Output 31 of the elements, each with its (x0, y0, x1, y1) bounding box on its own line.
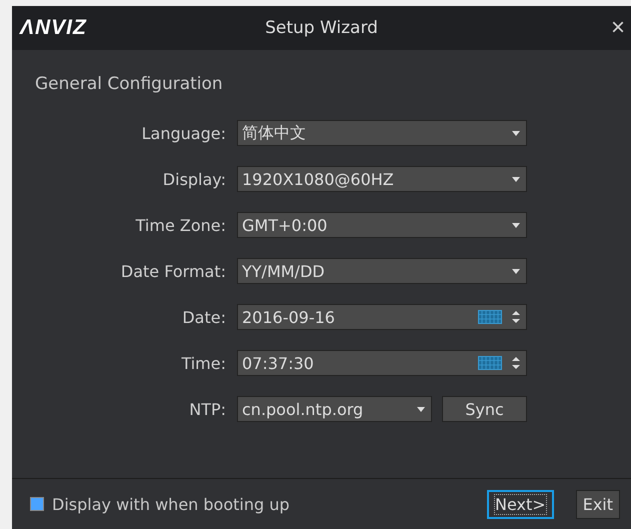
window-title: Setup Wizard (265, 18, 378, 38)
field-label: Time: (180, 354, 226, 372)
exit-button[interactable]: Exit (576, 490, 620, 518)
checkbox[interactable] (30, 497, 44, 511)
caret-icon (512, 176, 520, 182)
dropdown[interactable]: YY/MM/DD (237, 258, 527, 284)
sync-button[interactable]: Sync (442, 396, 527, 422)
next-button[interactable]: Next> (487, 490, 554, 518)
caret-icon (417, 406, 425, 412)
field-label: Time Zone: (134, 216, 226, 234)
keyboard-icon[interactable] (478, 356, 502, 370)
dropdown[interactable]: GMT+0:00 (237, 212, 527, 238)
close-button[interactable]: × (604, 16, 631, 40)
dropdown[interactable]: 1920X1080@60HZ (237, 166, 527, 192)
field-label: Display: (162, 170, 226, 188)
caret-icon (512, 130, 520, 136)
dropdown[interactable]: cn.pool.ntp.org (237, 396, 432, 422)
dropdown[interactable]: 简体中文 (237, 120, 527, 146)
field-label: Date Format: (120, 262, 226, 280)
keyboard-icon[interactable] (478, 310, 502, 324)
field-label: Date: (181, 308, 226, 326)
field-label: Language: (140, 124, 226, 142)
spin-arrows-icon[interactable] (512, 310, 520, 324)
caret-icon (512, 222, 520, 228)
section-title: General Configuration (35, 74, 224, 94)
field-label: NTP: (188, 400, 226, 418)
spin-field[interactable]: 07:37:30 (237, 350, 527, 376)
logo: ΛNVIZ (20, 16, 87, 40)
spin-arrows-icon[interactable] (512, 356, 520, 370)
spin-field[interactable]: 2016-09-16 (237, 304, 527, 330)
caret-icon (512, 268, 520, 274)
